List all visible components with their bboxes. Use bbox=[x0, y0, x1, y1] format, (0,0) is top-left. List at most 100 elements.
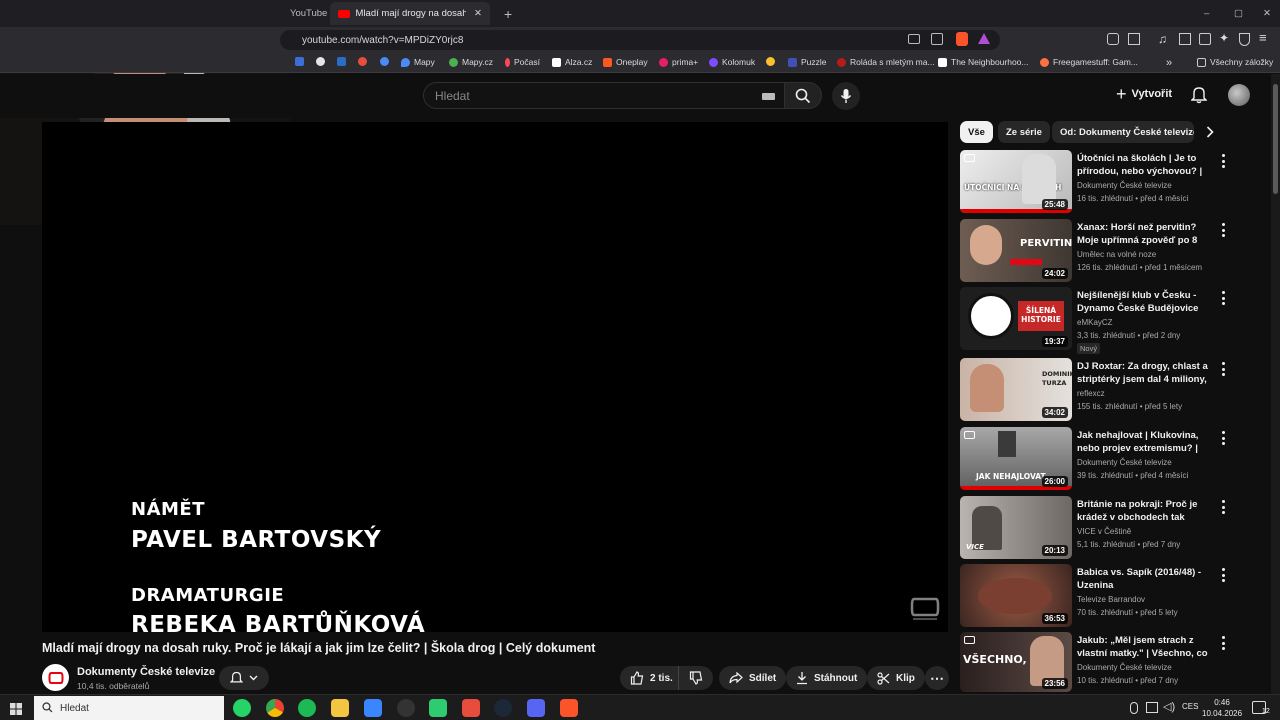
bookmark-oneplay[interactable]: Oneplay bbox=[603, 57, 648, 67]
bookmark-item[interactable] bbox=[380, 57, 393, 66]
recommended-video[interactable]: VŠECHNO, 23:56 Jakub: „Měl jsem strach z… bbox=[960, 632, 1230, 696]
bookmarks-folder[interactable]: Všechny záložky bbox=[1197, 57, 1273, 67]
like-button[interactable]: 2 tis. bbox=[620, 666, 681, 690]
notifications-button[interactable] bbox=[1190, 86, 1208, 109]
search-input[interactable]: Hledat bbox=[423, 82, 785, 109]
url-field[interactable]: youtube.com/watch?v=MPDiZY0rjc8 bbox=[280, 30, 1000, 50]
new-tab-button[interactable]: + bbox=[496, 2, 520, 25]
bookmark-mapy-cz[interactable]: Mapy.cz bbox=[449, 57, 493, 67]
video-channel[interactable]: Umělec na volné noze bbox=[1077, 250, 1156, 259]
video-thumbnail[interactable]: ŠÍLENÁ HISTORIE 19:37 bbox=[960, 287, 1072, 350]
discord-icon[interactable] bbox=[527, 699, 545, 717]
brave-shields-icon[interactable] bbox=[956, 32, 968, 46]
clip-button[interactable]: Klip bbox=[867, 666, 925, 690]
volume-icon[interactable]: ◁) bbox=[1163, 700, 1175, 713]
video-channel[interactable]: Dokumenty České televize bbox=[1077, 458, 1172, 467]
video-channel[interactable]: Dokumenty České televize bbox=[1077, 663, 1172, 672]
vpn-icon[interactable] bbox=[1239, 33, 1250, 46]
video-thumbnail[interactable]: VICE 20:13 bbox=[960, 496, 1072, 559]
more-actions-button[interactable]: ⋯ bbox=[925, 666, 949, 690]
bookmark-item[interactable] bbox=[766, 57, 779, 66]
video-thumbnail[interactable]: DOMINIK TURZA 34:02 bbox=[960, 358, 1072, 421]
recommended-video[interactable]: JAK NEHAJLOVAT 26:00 Jak nehajlovat | Kl… bbox=[960, 427, 1230, 491]
bookmark-mapy[interactable]: Mapy bbox=[401, 57, 435, 67]
dislike-button[interactable] bbox=[678, 666, 713, 690]
bookmark-freegamestuff[interactable]: Freegamestuff: Gam... bbox=[1040, 57, 1138, 67]
subscription-notifications-button[interactable] bbox=[219, 666, 269, 690]
video-thumbnail[interactable]: JAK NEHAJLOVAT 26:00 bbox=[960, 427, 1072, 490]
more-vert-icon[interactable] bbox=[1218, 500, 1228, 514]
language-indicator[interactable]: CES bbox=[1182, 702, 1198, 711]
app-icon[interactable] bbox=[397, 699, 415, 717]
music-icon[interactable]: ♫ bbox=[1158, 32, 1167, 46]
tab-search-icon[interactable] bbox=[1128, 33, 1140, 45]
close-tab-icon[interactable]: ✕ bbox=[474, 8, 482, 19]
recommended-video[interactable]: ŠÍLENÁ HISTORIE 19:37 Nejšílenější klub … bbox=[960, 287, 1230, 354]
channel-avatar[interactable] bbox=[42, 664, 69, 691]
video-channel[interactable]: Dokumenty České televize bbox=[1077, 181, 1172, 190]
bookmark-item[interactable] bbox=[316, 57, 329, 66]
video-channel[interactable]: Televize Barrandov bbox=[1077, 595, 1145, 604]
avatar[interactable] bbox=[1228, 84, 1250, 106]
file-explorer-icon[interactable] bbox=[331, 699, 349, 717]
recommended-video[interactable]: PERVITIN 24:02 Xanax: Horší než pervitin… bbox=[960, 219, 1230, 283]
chip-all[interactable]: Vše bbox=[960, 121, 993, 143]
video-title[interactable]: Jakub: „Měl jsem strach z vlastní matky.… bbox=[1077, 634, 1212, 661]
chevron-right-icon[interactable] bbox=[1206, 125, 1214, 143]
recommended-video[interactable]: 36:53 Babica vs. Sapík (2016/48) - Uzeni… bbox=[960, 564, 1230, 628]
video-title[interactable]: Británie na pokraji: Proč je krádež v ob… bbox=[1077, 498, 1212, 525]
recommended-video[interactable]: VICE 20:13 Británie na pokraji: Proč je … bbox=[960, 496, 1230, 560]
page-scrollbar[interactable] bbox=[1271, 74, 1280, 694]
video-channel[interactable]: eMKayCZ bbox=[1077, 318, 1113, 327]
tab-youtube[interactable]: YouTube bbox=[282, 2, 335, 25]
video-player[interactable]: NÁMĚT PAVEL BARTOVSKÝ DRAMATURGIE REBEKA… bbox=[42, 122, 948, 632]
more-vert-icon[interactable] bbox=[1218, 223, 1228, 237]
video-thumbnail[interactable]: ÚTOČNÍCI NA ŠKOLÁCH 25:48 bbox=[960, 150, 1072, 213]
close-window-button[interactable]: ✕ bbox=[1255, 2, 1279, 25]
voice-search-button[interactable] bbox=[832, 82, 860, 110]
more-vert-icon[interactable] bbox=[1218, 636, 1228, 650]
more-vert-icon[interactable] bbox=[1218, 154, 1228, 168]
video-thumbnail[interactable]: PERVITIN 24:02 bbox=[960, 219, 1072, 282]
sidebar-icon[interactable] bbox=[1179, 33, 1191, 45]
download-button[interactable]: Stáhnout bbox=[786, 666, 868, 690]
menu-icon[interactable]: ≡ bbox=[1259, 30, 1267, 45]
bookmark-puzzle[interactable]: Puzzle bbox=[788, 57, 827, 67]
network-icon[interactable] bbox=[1146, 702, 1158, 713]
share-page-icon[interactable] bbox=[931, 33, 943, 45]
keyboard-icon[interactable] bbox=[762, 93, 775, 100]
bookmark-alza[interactable]: Alza.cz bbox=[552, 57, 592, 67]
clock[interactable]: 0:46 10.04.2026 bbox=[1202, 697, 1242, 719]
brave-rewards-icon[interactable] bbox=[978, 33, 990, 44]
microphone-tray-icon[interactable] bbox=[1130, 702, 1138, 714]
taskbar-search-input[interactable]: Hledat bbox=[34, 696, 224, 720]
chip-series[interactable]: Ze série bbox=[998, 121, 1050, 143]
bookmark-neighbourhood[interactable]: The Neighbourhoo... bbox=[938, 57, 1029, 67]
brave-browser-icon[interactable] bbox=[560, 699, 578, 717]
steam-icon[interactable] bbox=[494, 699, 512, 717]
spotify-icon[interactable] bbox=[298, 699, 316, 717]
leo-ai-icon[interactable]: ✦ bbox=[1219, 31, 1229, 45]
search-button[interactable] bbox=[784, 82, 822, 109]
recommended-video[interactable]: DOMINIK TURZA 34:02 DJ Roxtar: Za drogy,… bbox=[960, 358, 1230, 422]
more-vert-icon[interactable] bbox=[1218, 291, 1228, 305]
maximize-button[interactable]: ▢ bbox=[1226, 2, 1251, 25]
app-icon[interactable] bbox=[364, 699, 382, 717]
extensions-icon[interactable] bbox=[1107, 33, 1119, 45]
video-title[interactable]: DJ Roxtar: Za drogy, chlast a striptérky… bbox=[1077, 360, 1212, 387]
video-title[interactable]: Jak nehajlovat | Klukovina, nebo projev … bbox=[1077, 429, 1212, 456]
cast-icon[interactable] bbox=[908, 34, 920, 44]
recommended-video[interactable]: ÚTOČNÍCI NA ŠKOLÁCH 25:48 Útočníci na šk… bbox=[960, 150, 1230, 214]
video-channel[interactable]: reflexcz bbox=[1077, 389, 1105, 398]
bookmark-item[interactable] bbox=[295, 57, 308, 66]
bookmark-pocasi[interactable]: Počasí bbox=[505, 57, 540, 67]
channel-name[interactable]: Dokumenty České televize bbox=[77, 666, 215, 678]
more-bookmarks-chevron-icon[interactable]: » bbox=[1166, 57, 1172, 69]
video-title[interactable]: Xanax: Horší než pervitin? Moje upřímná … bbox=[1077, 221, 1212, 248]
chrome-icon[interactable] bbox=[266, 699, 284, 717]
windows-start-icon[interactable] bbox=[10, 702, 22, 715]
create-button[interactable]: + Vytvořit bbox=[1116, 85, 1172, 103]
whatsapp-icon[interactable] bbox=[233, 699, 251, 717]
video-title[interactable]: Nejšílenější klub v Česku - Dynamo České… bbox=[1077, 289, 1212, 315]
minimize-button[interactable]: – bbox=[1196, 2, 1217, 25]
